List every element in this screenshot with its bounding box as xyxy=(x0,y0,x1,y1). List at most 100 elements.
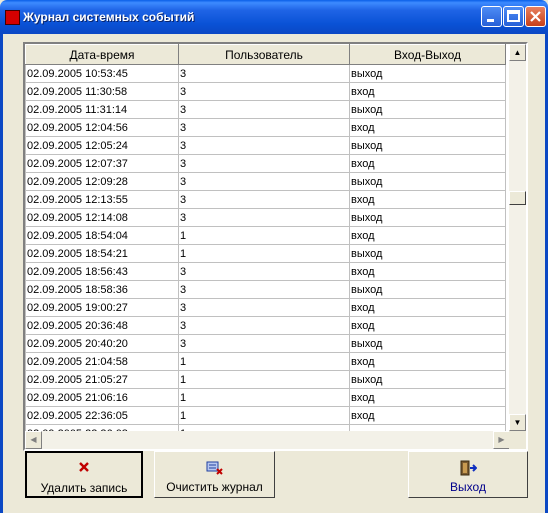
header-row: Дата-время Пользователь Вход-Выход xyxy=(25,44,506,65)
delete-record-button[interactable]: Удалить запись xyxy=(25,451,143,498)
scroll-down-button[interactable]: ▼ xyxy=(509,414,526,431)
datetime-cell: 02.09.2005 21:05:27 xyxy=(25,370,179,389)
user-cell: 1 xyxy=(178,406,350,425)
login-logout-cell: вход xyxy=(349,262,506,281)
login-logout-cell: выход xyxy=(349,244,506,263)
datetime-cell: 02.09.2005 12:09:28 xyxy=(25,172,179,191)
login-logout-cell: вход xyxy=(349,352,506,371)
table-row[interactable]: 02.09.2005 21:04:58 1 вход xyxy=(25,352,506,371)
datetime-cell: 02.09.2005 22:36:05 xyxy=(25,406,179,425)
datetime-cell: 02.09.2005 20:36:48 xyxy=(25,316,179,335)
login-logout-cell: вход xyxy=(349,190,506,209)
table-row[interactable]: 02.09.2005 11:30:58 3 вход xyxy=(25,82,506,101)
datetime-cell: 02.09.2005 12:14:08 xyxy=(25,208,179,227)
user-cell: 3 xyxy=(178,208,350,227)
table-row[interactable]: 02.09.2005 12:09:28 3 выход xyxy=(25,172,506,191)
login-logout-cell: вход xyxy=(349,388,506,407)
login-logout-cell: выход xyxy=(349,370,506,389)
login-logout-cell: выход xyxy=(349,136,506,155)
user-cell: 3 xyxy=(178,100,350,119)
user-cell: 3 xyxy=(178,190,350,209)
login-logout-cell: выход xyxy=(349,280,506,299)
user-cell: 3 xyxy=(178,298,350,317)
user-cell: 3 xyxy=(178,64,350,83)
minimize-button[interactable] xyxy=(481,6,502,27)
scroll-left-button[interactable]: ◀ xyxy=(25,431,42,449)
login-logout-cell: выход xyxy=(349,172,506,191)
exit-button[interactable]: Выход xyxy=(408,451,528,498)
table-row[interactable]: 02.09.2005 19:00:27 3 вход xyxy=(25,298,506,317)
datetime-cell: 02.09.2005 12:05:24 xyxy=(25,136,179,155)
delete-record-label: Удалить запись xyxy=(40,481,128,495)
user-cell: 3 xyxy=(178,172,350,191)
datetime-cell: 02.09.2005 18:54:21 xyxy=(25,244,179,263)
table-row[interactable]: 02.09.2005 18:58:36 3 выход xyxy=(25,280,506,299)
column-header-datetime[interactable]: Дата-время xyxy=(25,44,179,65)
clear-log-button[interactable]: Очистить журнал xyxy=(154,451,275,498)
table-row[interactable]: 02.09.2005 12:13:55 3 вход xyxy=(25,190,506,209)
horizontal-scrollbar[interactable]: ◀ ▶ xyxy=(25,431,510,449)
datetime-cell: 02.09.2005 18:58:36 xyxy=(25,280,179,299)
datetime-cell: 02.09.2005 10:53:45 xyxy=(25,64,179,83)
user-cell: 1 xyxy=(178,244,350,263)
title-bar: Журнал системных событий xyxy=(0,0,548,34)
login-logout-cell: выход xyxy=(349,64,506,83)
user-cell: 3 xyxy=(178,280,350,299)
table-row[interactable]: 02.09.2005 18:56:43 3 вход xyxy=(25,262,506,281)
login-logout-cell: выход xyxy=(349,100,506,119)
datetime-cell: 02.09.2005 18:56:43 xyxy=(25,262,179,281)
table-row[interactable]: 02.09.2005 20:40:20 3 выход xyxy=(25,334,506,353)
datetime-cell: 02.09.2005 20:40:20 xyxy=(25,334,179,353)
events-table: Дата-время Пользователь Вход-Выход 02.09… xyxy=(25,44,506,431)
table-row[interactable]: 02.09.2005 20:36:48 3 вход xyxy=(25,316,506,335)
column-header-user[interactable]: Пользователь xyxy=(178,44,350,65)
table-row[interactable]: 02.09.2005 21:05:27 1 выход xyxy=(25,370,506,389)
app-icon[interactable] xyxy=(5,10,20,25)
vertical-scroll-thumb[interactable] xyxy=(509,191,526,205)
login-logout-cell: выход xyxy=(349,334,506,353)
table-row[interactable]: 02.09.2005 12:07:37 3 вход xyxy=(25,154,506,173)
datetime-cell: 02.09.2005 21:06:16 xyxy=(25,388,179,407)
close-icon xyxy=(530,11,541,22)
close-button[interactable] xyxy=(525,6,546,27)
login-logout-cell: вход xyxy=(349,406,506,425)
scrollbar-corner xyxy=(509,431,526,449)
table-row[interactable]: 02.09.2005 12:14:08 3 выход xyxy=(25,208,506,227)
minimize-icon xyxy=(487,19,494,22)
maximize-button[interactable] xyxy=(503,6,524,27)
user-cell: 3 xyxy=(178,316,350,335)
table-row[interactable]: 02.09.2005 12:05:24 3 выход xyxy=(25,136,506,155)
datetime-cell: 02.09.2005 12:13:55 xyxy=(25,190,179,209)
datetime-cell: 02.09.2005 12:04:56 xyxy=(25,118,179,137)
datetime-cell: 02.09.2005 18:54:04 xyxy=(25,226,179,245)
user-cell: 3 xyxy=(178,82,350,101)
login-logout-cell: вход xyxy=(349,118,506,137)
login-logout-cell: вход xyxy=(349,226,506,245)
table-row[interactable]: 02.09.2005 18:54:21 1 выход xyxy=(25,244,506,263)
user-cell: 1 xyxy=(178,352,350,371)
datetime-cell: 02.09.2005 21:04:58 xyxy=(25,352,179,371)
table-row[interactable]: 02.09.2005 18:54:04 1 вход xyxy=(25,226,506,245)
datetime-cell: 02.09.2005 12:07:37 xyxy=(25,154,179,173)
vertical-scrollbar[interactable]: ▲ ▼ xyxy=(509,44,526,431)
datetime-cell: 02.09.2005 11:30:58 xyxy=(25,82,179,101)
events-grid[interactable]: Дата-время Пользователь Вход-Выход 02.09… xyxy=(23,42,528,451)
table-row[interactable]: 02.09.2005 21:06:16 1 вход xyxy=(25,388,506,407)
table-row[interactable]: 02.09.2005 22:36:05 1 вход xyxy=(25,406,506,425)
column-header-login-logout[interactable]: Вход-Выход xyxy=(349,44,506,65)
datetime-cell: 02.09.2005 19:00:27 xyxy=(25,298,179,317)
user-cell: 1 xyxy=(178,388,350,407)
scroll-up-button[interactable]: ▲ xyxy=(509,44,526,61)
table-row[interactable]: 02.09.2005 12:04:56 3 вход xyxy=(25,118,506,137)
window-title: Журнал системных событий xyxy=(23,10,195,24)
user-cell: 1 xyxy=(178,370,350,389)
login-logout-cell: вход xyxy=(349,298,506,317)
table-row[interactable]: 02.09.2005 11:31:14 3 выход xyxy=(25,100,506,119)
scroll-right-button[interactable]: ▶ xyxy=(493,431,510,449)
user-cell: 3 xyxy=(178,262,350,281)
table-row[interactable]: 02.09.2005 10:53:45 3 выход xyxy=(25,64,506,83)
login-logout-cell: вход xyxy=(349,316,506,335)
login-logout-cell: вход xyxy=(349,154,506,173)
login-logout-cell: выход xyxy=(349,208,506,227)
login-logout-cell: вход xyxy=(349,82,506,101)
